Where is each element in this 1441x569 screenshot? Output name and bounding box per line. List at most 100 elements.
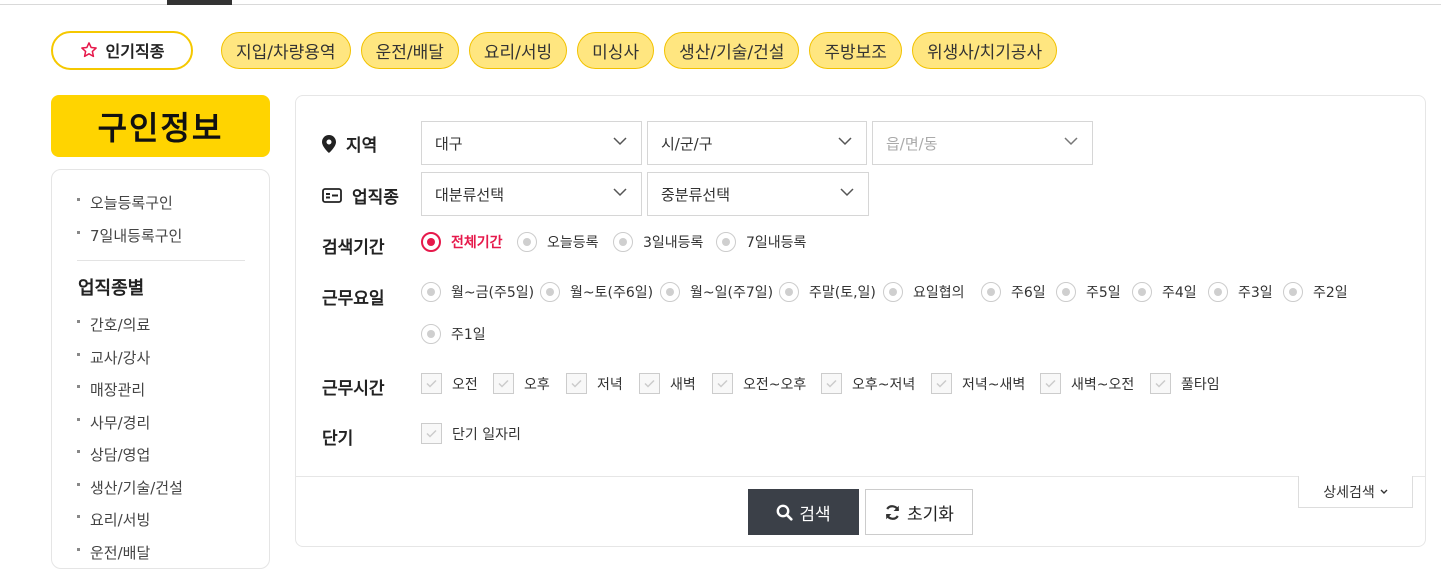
period-radio-today[interactable]: 오늘등록	[517, 232, 599, 252]
days-radio[interactable]: 주말(토,일)	[779, 282, 876, 302]
job-minor-select[interactable]: 중분류선택	[647, 172, 869, 216]
check-icon	[826, 379, 837, 388]
days-label: 근무요일	[322, 289, 385, 309]
hours-checkbox[interactable]: 새벽~오전	[1040, 373, 1134, 394]
sidebar-menu: 오늘등록구인 7일내등록구인 업직종별 간호/의료 교사/강사 매장관리 사무/…	[51, 169, 270, 569]
sidebar-item-label: 요리/서빙	[90, 511, 151, 529]
chevron-down-icon	[1380, 489, 1388, 494]
sidebar-item-category[interactable]: 생산/기술/건설	[77, 477, 183, 498]
region-district-select[interactable]: 시/군/구	[647, 121, 867, 165]
sidebar-item-label: 운전/배달	[90, 544, 151, 562]
check-icon	[571, 379, 582, 388]
sidebar-item-category[interactable]: 운전/배달	[77, 542, 150, 563]
radio-circle	[716, 232, 736, 252]
category-chip-bar: 인기직종 지입/차량용역 운전/배달 요리/서빙 미싱사 생산/기술/건설 주방…	[51, 30, 1067, 70]
check-icon	[936, 379, 947, 388]
chevron-down-icon	[613, 137, 627, 146]
days-radio[interactable]: 주2일	[1283, 282, 1348, 302]
chip-category[interactable]: 지입/차량용역	[221, 31, 351, 69]
check-icon	[1155, 379, 1166, 388]
sidebar-item-label: 매장관리	[90, 381, 146, 399]
search-icon	[776, 504, 793, 521]
days-radio[interactable]: 주5일	[1056, 282, 1121, 302]
sidebar-item-label: 교사/강사	[90, 349, 151, 367]
hours-label: 근무시간	[322, 379, 385, 399]
chip-category[interactable]: 주방보조	[809, 31, 902, 69]
sidebar-divider	[77, 260, 245, 261]
chip-category[interactable]: 요리/서빙	[468, 31, 568, 69]
sidebar-item-label: 사무/경리	[90, 414, 151, 432]
hours-checkbox[interactable]: 오후~저녁	[821, 373, 915, 394]
period-radio-7days[interactable]: 7일내등록	[716, 232, 806, 252]
map-pin-icon	[322, 134, 336, 153]
refresh-icon	[885, 504, 900, 520]
id-card-icon	[322, 188, 342, 203]
region-city-select[interactable]: 대구	[421, 121, 642, 165]
popular-jobs-chip[interactable]: 인기직종	[51, 30, 193, 70]
radio-circle	[421, 232, 441, 252]
sidebar-item-category[interactable]: 상담/영업	[77, 444, 150, 465]
star-icon	[80, 42, 97, 58]
search-button[interactable]: 검색	[748, 489, 859, 535]
days-radio[interactable]: 요일협의	[883, 282, 965, 302]
sidebar-item-label: 생산/기술/건설	[90, 479, 183, 497]
short-term-label: 단기	[322, 429, 354, 449]
active-tab-indicator	[167, 0, 232, 5]
days-radio[interactable]: 주6일	[981, 282, 1046, 302]
period-label: 검색기간	[322, 238, 385, 258]
hours-checkbox[interactable]: 오전~오후	[712, 373, 806, 394]
checkbox-box	[421, 373, 442, 394]
period-radio-all[interactable]: 전체기간	[421, 232, 503, 252]
check-icon	[426, 379, 437, 388]
sidebar-item-label: 오늘등록구인	[90, 194, 173, 212]
chevron-down-icon	[613, 188, 627, 197]
chip-category[interactable]: 미싱사	[577, 31, 655, 69]
hours-checkbox[interactable]: 오후	[493, 373, 550, 394]
job-label: 업직종	[322, 183, 399, 208]
chevron-down-icon	[838, 137, 852, 146]
days-radio[interactable]: 월~일(주7일)	[660, 282, 773, 302]
radio-circle	[613, 232, 633, 252]
hours-checkbox[interactable]: 오전	[421, 373, 478, 394]
chevron-down-icon	[1064, 137, 1078, 146]
popular-jobs-label: 인기직종	[105, 42, 165, 61]
hours-checkbox[interactable]: 저녁~새벽	[931, 373, 1025, 394]
period-radio-3days[interactable]: 3일내등록	[613, 232, 703, 252]
check-icon	[1045, 379, 1056, 388]
job-major-select[interactable]: 대분류선택	[421, 172, 642, 216]
sidebar-item-7days[interactable]: 7일내등록구인	[77, 225, 182, 246]
sidebar-item-category[interactable]: 사무/경리	[77, 412, 150, 433]
region-town-select[interactable]: 읍/면/동	[872, 121, 1093, 165]
hours-checkbox[interactable]: 저녁	[566, 373, 623, 394]
days-radio[interactable]: 주3일	[1208, 282, 1273, 302]
radio-circle	[517, 232, 537, 252]
sidebar-item-category[interactable]: 교사/강사	[77, 347, 150, 368]
region-label: 지역	[322, 131, 377, 156]
check-icon	[644, 379, 655, 388]
chip-category[interactable]: 운전/배달	[360, 31, 459, 69]
days-radio[interactable]: 월~금(주5일)	[421, 282, 534, 302]
sidebar-item-label: 7일내등록구인	[90, 227, 183, 245]
sidebar-item-today[interactable]: 오늘등록구인	[77, 192, 173, 213]
days-radio[interactable]: 주4일	[1132, 282, 1197, 302]
chip-category[interactable]: 생산/기술/건설	[664, 31, 800, 69]
check-icon	[498, 379, 509, 388]
hours-checkbox[interactable]: 풀타임	[1150, 373, 1220, 394]
check-icon	[717, 379, 728, 388]
days-radio[interactable]: 월~토(주6일)	[540, 282, 653, 302]
panel-divider	[296, 476, 1425, 477]
sidebar-item-category[interactable]: 간호/의료	[77, 314, 150, 335]
sidebar-section-title: 업직종별	[78, 278, 145, 299]
sidebar-item-label: 상담/영업	[90, 446, 151, 464]
sidebar-item-category[interactable]: 요리/서빙	[77, 509, 150, 530]
days-radio[interactable]: 주1일	[421, 324, 486, 344]
hours-checkbox[interactable]: 새벽	[639, 373, 696, 394]
sidebar-item-label: 간호/의료	[90, 316, 151, 334]
detail-search-button[interactable]: 상세검색	[1298, 476, 1413, 508]
reset-button[interactable]: 초기화	[865, 489, 973, 535]
sidebar-item-category[interactable]: 매장관리	[77, 379, 145, 400]
search-panel: 지역 대구 시/군/구 읍/면/동 업직종 대분류선택 중분류선택 검색기간 전…	[295, 95, 1426, 547]
check-icon	[426, 429, 437, 438]
short-term-checkbox[interactable]: 단기 일자리	[421, 423, 521, 444]
chip-category[interactable]: 위생사/치기공사	[911, 31, 1058, 69]
